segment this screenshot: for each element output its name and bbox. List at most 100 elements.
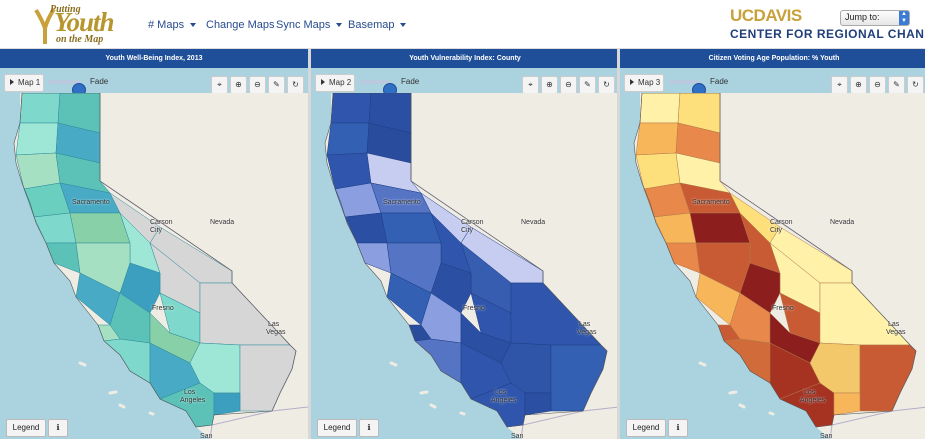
county-region[interactable] — [635, 122, 679, 156]
logo-line3: on the Map — [56, 34, 104, 45]
map-controls: Map 2 Fade ⌖ ⊕ ⊖ ✎ ↻ — [311, 72, 619, 97]
map-panel-2[interactable]: Youth Vulnerability Index: County Map 2 … — [311, 49, 619, 439]
city-label-fresno: Fresno — [152, 305, 174, 312]
map-title: Youth Vulnerability Index: County — [311, 49, 619, 68]
county-region[interactable] — [330, 93, 372, 124]
refresh-icon[interactable]: ↻ — [598, 76, 615, 94]
california-icon[interactable]: ✎ — [888, 76, 905, 94]
nav-num-maps-label: # Maps — [148, 19, 185, 31]
city-label-nevada: Nevada — [210, 219, 235, 226]
map-label: Map 1 — [18, 78, 41, 87]
legend-button[interactable]: Legend — [317, 419, 357, 437]
county-region[interactable] — [326, 152, 372, 190]
california-icon[interactable]: ✎ — [579, 76, 596, 94]
play-triangle-icon — [10, 79, 14, 85]
jump-to-select[interactable]: Jump to: ▲ ▼ — [840, 10, 910, 26]
city-label-sacramento: Sacramento — [72, 199, 110, 206]
nav-num-maps[interactable]: # Maps — [148, 19, 197, 31]
map-toggle-button[interactable]: Map 2 — [315, 74, 355, 92]
map-toggle-button[interactable]: Map 3 — [624, 74, 664, 92]
brand-center-text: CENTER FOR REGIONAL CHANGE — [730, 27, 925, 41]
city-label-los: Los — [495, 389, 507, 396]
map-title: Citizen Voting Age Population: % Youth — [620, 49, 925, 68]
info-icon[interactable]: ℹ — [359, 419, 379, 437]
city-label-carson: Carson — [770, 219, 793, 226]
city-label-vegas: Vegas — [577, 329, 597, 336]
zoom-out-icon[interactable]: ⊖ — [249, 76, 266, 94]
chevron-down-icon — [336, 23, 343, 28]
county-region[interactable] — [15, 152, 61, 190]
select-stepper-icon: ▲ ▼ — [899, 11, 909, 25]
county-region[interactable] — [69, 212, 131, 244]
city-label-angeles: Angeles — [800, 397, 826, 404]
city-label-los: Los — [804, 389, 816, 396]
county-region[interactable] — [15, 122, 59, 156]
city-label-city: City — [770, 227, 783, 234]
fade-label: Fade — [401, 77, 420, 86]
nav-sync-maps[interactable]: Sync Maps — [276, 19, 343, 31]
city-label-fresno: Fresno — [463, 305, 485, 312]
info-icon[interactable]: ℹ — [668, 419, 688, 437]
fade-slider[interactable] — [668, 80, 706, 97]
zoom-in-icon[interactable]: ⊕ — [850, 76, 867, 94]
city-label-city: City — [150, 227, 163, 234]
refresh-icon[interactable]: ↻ — [907, 76, 924, 94]
city-label-san: San — [820, 433, 833, 439]
map-toolbar: ⌖ ⊕ ⊖ ✎ ↻ — [829, 74, 924, 94]
county-region[interactable] — [524, 392, 552, 416]
county-region[interactable] — [213, 392, 241, 416]
site-logo[interactable]: Putting Youth on the Map — [34, 4, 115, 46]
marker-icon[interactable]: ⌖ — [831, 76, 848, 94]
panel-divider — [617, 49, 620, 439]
city-label-las: Las — [579, 321, 591, 328]
city-label-angeles: Angeles — [180, 397, 206, 404]
chevron-down-icon — [190, 23, 197, 28]
jump-to-label: Jump to: — [845, 12, 880, 22]
county-region[interactable] — [689, 212, 751, 244]
county-region[interactable] — [833, 392, 861, 416]
panel-divider — [308, 49, 311, 439]
zoom-out-icon[interactable]: ⊖ — [560, 76, 577, 94]
city-label-carson: Carson — [150, 219, 173, 226]
county-region[interactable] — [639, 93, 681, 124]
nav-basemap-label: Basemap — [348, 19, 395, 31]
city-label-city: City — [461, 227, 474, 234]
county-region[interactable] — [380, 212, 442, 244]
city-label-nevada: Nevada — [830, 219, 855, 226]
map-toolbar: ⌖ ⊕ ⊖ ✎ ↻ — [520, 74, 615, 94]
chevron-down-icon — [400, 23, 407, 28]
city-label-carson: Carson — [461, 219, 484, 226]
marker-icon[interactable]: ⌖ — [522, 76, 539, 94]
city-label-nevada: Nevada — [521, 219, 546, 226]
legend-button[interactable]: Legend — [6, 419, 46, 437]
county-region[interactable] — [635, 152, 681, 190]
map-label: Map 2 — [329, 78, 352, 87]
city-label-san: San — [511, 433, 524, 439]
map-canvas[interactable]: Carson City Nevada Sacramento Fresno Las Vegas… — [0, 93, 308, 439]
map-panel-3[interactable]: Citizen Voting Age Population: % Youth M… — [620, 49, 925, 439]
fade-slider[interactable] — [359, 80, 397, 97]
county-region[interactable] — [326, 122, 370, 156]
nav-basemap[interactable]: Basemap — [348, 19, 407, 31]
refresh-icon[interactable]: ↻ — [287, 76, 304, 94]
nav-change-maps[interactable]: Change Maps — [206, 19, 275, 31]
map-canvas[interactable]: Carson City Nevada Sacramento Fresno Las Vegas… — [311, 93, 619, 439]
city-label-sacramento: Sacramento — [383, 199, 421, 206]
map-toggle-button[interactable]: Map 1 — [4, 74, 44, 92]
map-canvas[interactable]: Carson City Nevada Sacramento Fresno Las Vegas… — [620, 93, 925, 439]
county-region[interactable] — [19, 93, 61, 124]
california-icon[interactable]: ✎ — [268, 76, 285, 94]
map-panel-1[interactable]: Youth Well-Being Index, 2013 Map 1 Fade … — [0, 49, 308, 439]
info-icon[interactable]: ℹ — [48, 419, 68, 437]
marker-icon[interactable]: ⌖ — [211, 76, 228, 94]
fade-slider[interactable] — [48, 80, 86, 97]
ucdavis-brand[interactable]: UCDAVIS CENTER FOR REGIONAL CHANGE — [730, 6, 925, 41]
city-label-vegas: Vegas — [266, 329, 286, 336]
map-controls: Map 1 Fade ⌖ ⊕ ⊖ ✎ ↻ — [0, 72, 308, 97]
city-label-las: Las — [268, 321, 280, 328]
zoom-out-icon[interactable]: ⊖ — [869, 76, 886, 94]
legend-button[interactable]: Legend — [626, 419, 666, 437]
play-triangle-icon — [321, 79, 325, 85]
zoom-in-icon[interactable]: ⊕ — [541, 76, 558, 94]
zoom-in-icon[interactable]: ⊕ — [230, 76, 247, 94]
